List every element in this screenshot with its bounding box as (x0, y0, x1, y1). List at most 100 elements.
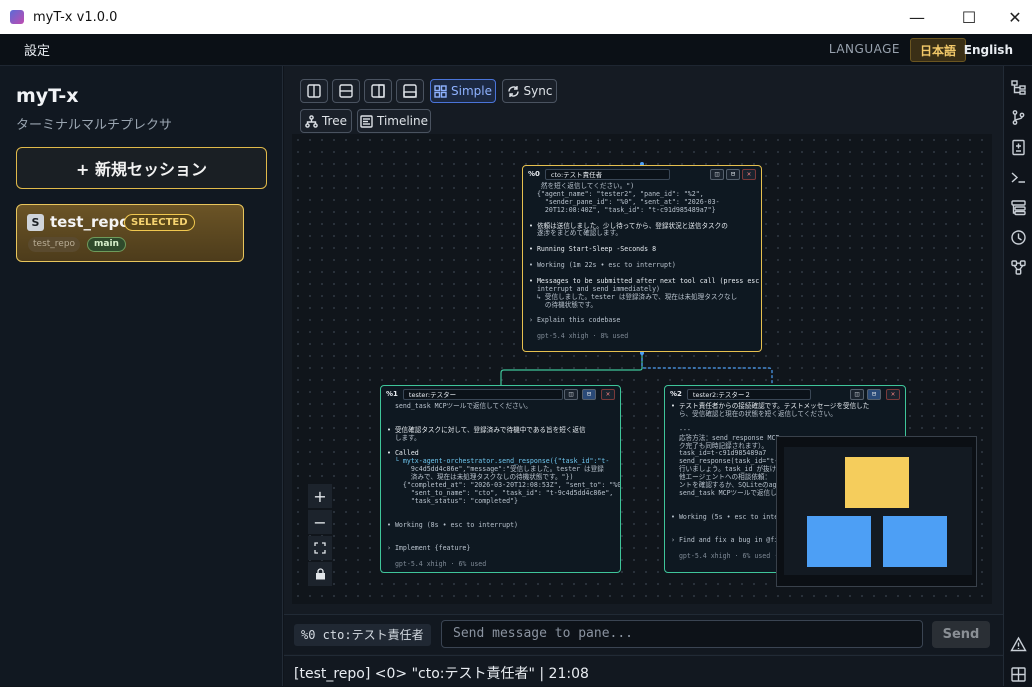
layout-vertical-split-button[interactable] (300, 79, 328, 103)
terminal-line: • Working (8s • esc to interrupt) (387, 520, 519, 529)
terminal-line: ら、受信確認と現在の状態を短く返信してください。 (671, 409, 837, 418)
terminal-line: の待機状態です。 (529, 300, 597, 309)
rail-terminal-button[interactable] (1010, 169, 1027, 186)
grid-icon (434, 84, 447, 98)
lock-button[interactable] (308, 562, 332, 586)
terminal-line: › Implement {feature} (387, 544, 471, 553)
app-icon (10, 10, 24, 24)
terminal-line: 遂涉をまとめて確認します。 (529, 229, 622, 238)
fit-view-button[interactable] (308, 536, 332, 560)
pane-output: send_task MCPツールで返信してください。 • 受信確認タスクに対して… (387, 402, 620, 569)
pane-name[interactable]: tester:テスター (402, 388, 563, 400)
pane-header: %1 tester:テスター ◫ ⊟ ✕ (381, 386, 620, 402)
git-branch-icon (1012, 110, 1025, 125)
minimap-node (883, 516, 947, 567)
sync-button[interactable]: Sync (502, 79, 557, 103)
pane-1[interactable]: %1 tester:テスター ◫ ⊟ ✕ send_task MCPツールで返信… (380, 385, 621, 573)
sync-label: Sync (523, 84, 553, 98)
repo-chip: test_repo (28, 237, 81, 252)
pane-split-horizontal-icon[interactable]: ⊟ (582, 389, 596, 400)
session-card[interactable]: S test_repo SELECTED test_repo main (16, 204, 244, 262)
pane-split-vertical-icon[interactable]: ◫ (564, 389, 578, 400)
pane-name[interactable]: cto:テスト責任者 (544, 168, 670, 180)
terminal-line: • Working (1m 22s • esc to interrupt) (529, 261, 676, 270)
rail-tasks-button[interactable] (1010, 199, 1027, 216)
timeline-view-button[interactable]: Timeline (357, 109, 431, 133)
maximize-button[interactable]: ☐ (946, 0, 992, 34)
layout-bottom-panel-button[interactable] (396, 79, 424, 103)
pane-id: %0 (528, 170, 540, 178)
app-subtitle: ターミナルマルチプレクサ (16, 118, 173, 133)
rail-git-button[interactable] (1010, 109, 1027, 126)
pane-close-icon[interactable]: ✕ (601, 389, 615, 400)
language-en-button[interactable]: English (955, 38, 1022, 62)
rail-diff-button[interactable] (1010, 139, 1027, 156)
selected-badge: SELECTED (124, 214, 195, 231)
terminal-line: gpt-5.4 xhigh · 6% used (387, 560, 487, 569)
terminal-line: • 受信確認タスクに対して、登録済みで待機中である旨を短く返信 (387, 425, 586, 434)
new-session-button[interactable]: + 新規セッション (16, 147, 267, 189)
rail-history-button[interactable] (1010, 229, 1027, 246)
pane-header: %0 cto:テスト責任者 ◫ ⊟ ✕ (523, 166, 761, 182)
pane-split-horizontal-icon[interactable]: ⊟ (867, 389, 881, 400)
rail-panel-button[interactable] (1010, 666, 1027, 683)
branch-chip: main (87, 237, 126, 252)
minimap-node (807, 516, 871, 567)
terminal-line: send_task MCPツールで返信してください。 (387, 402, 532, 410)
pane-split-vertical-icon[interactable]: ◫ (850, 389, 864, 400)
split-vertical-icon (307, 84, 321, 98)
right-panel-icon (371, 84, 385, 98)
settings-menu[interactable]: 設定 (24, 40, 50, 59)
split-horizontal-icon (339, 84, 353, 98)
pane-id: %1 (386, 390, 398, 398)
zoom-out-button[interactable]: − (308, 510, 332, 534)
message-input[interactable]: Send message to pane... (441, 620, 923, 648)
layout-horizontal-split-button[interactable] (332, 79, 360, 103)
lock-icon (315, 568, 325, 580)
status-text: [test_repo] <0> "cto:テスト責任者" | 21:08 (294, 666, 589, 682)
task-list-icon (1011, 200, 1026, 216)
sync-icon (507, 85, 519, 97)
pane-close-icon[interactable]: ✕ (742, 169, 756, 180)
agents-network-icon (1011, 260, 1026, 275)
pane-0[interactable]: %0 cto:テスト責任者 ◫ ⊟ ✕ 然を短く返信してください。") {"ag… (522, 165, 762, 352)
terminal-line: 20T12:08:40Z", "task_id": "t-c91d985489a… (529, 205, 716, 214)
menu-bar: 設定 LANGUAGE 日本語 English (0, 34, 1032, 66)
session-name: test_repo (50, 213, 130, 231)
fit-view-icon (314, 542, 326, 554)
clock-icon (1011, 230, 1026, 245)
grid-panel-icon (1011, 667, 1026, 682)
sidebar: myT-x ターミナルマルチプレクサ + 新規セッション S test_repo… (0, 66, 283, 686)
layout-right-panel-button[interactable] (364, 79, 392, 103)
rail-agents-button[interactable] (1010, 259, 1027, 276)
target-pane-tag: %0 cto:テスト責任者 (294, 624, 431, 646)
zoom-in-button[interactable]: + (308, 484, 332, 508)
terminal-line: • Running Start-Sleep -Seconds 8 (529, 245, 657, 254)
simple-view-button[interactable]: Simple (430, 79, 496, 103)
session-badge: S (27, 214, 44, 231)
pane-split-vertical-icon[interactable]: ◫ (710, 169, 724, 180)
rail-tree-button[interactable] (1010, 79, 1027, 96)
tree-view-label: Tree (321, 114, 347, 128)
terminal-line: › Explain this codebase (529, 316, 621, 325)
minimap[interactable] (776, 436, 977, 587)
terminal-icon (1011, 172, 1025, 183)
timeline-icon (360, 114, 373, 128)
send-button[interactable]: Send (932, 621, 990, 648)
tree-view-button[interactable]: Tree (300, 109, 352, 133)
language-label: LANGUAGE (828, 42, 900, 56)
pane-name[interactable]: tester2:テスター２ (686, 388, 811, 400)
rail-warning-button[interactable] (1010, 636, 1027, 653)
pane-split-horizontal-icon[interactable]: ⊟ (726, 169, 740, 180)
right-rail (1003, 66, 1032, 686)
minimap-viewport (784, 447, 972, 575)
close-button[interactable]: ✕ (992, 0, 1032, 34)
minimize-button[interactable]: — (894, 0, 940, 34)
pane-output: 然を短く返信してください。") {"agent_name": "tester2"… (529, 182, 759, 347)
window-title: myT-x v1.0.0 (33, 9, 118, 25)
pane-close-icon[interactable]: ✕ (886, 389, 900, 400)
